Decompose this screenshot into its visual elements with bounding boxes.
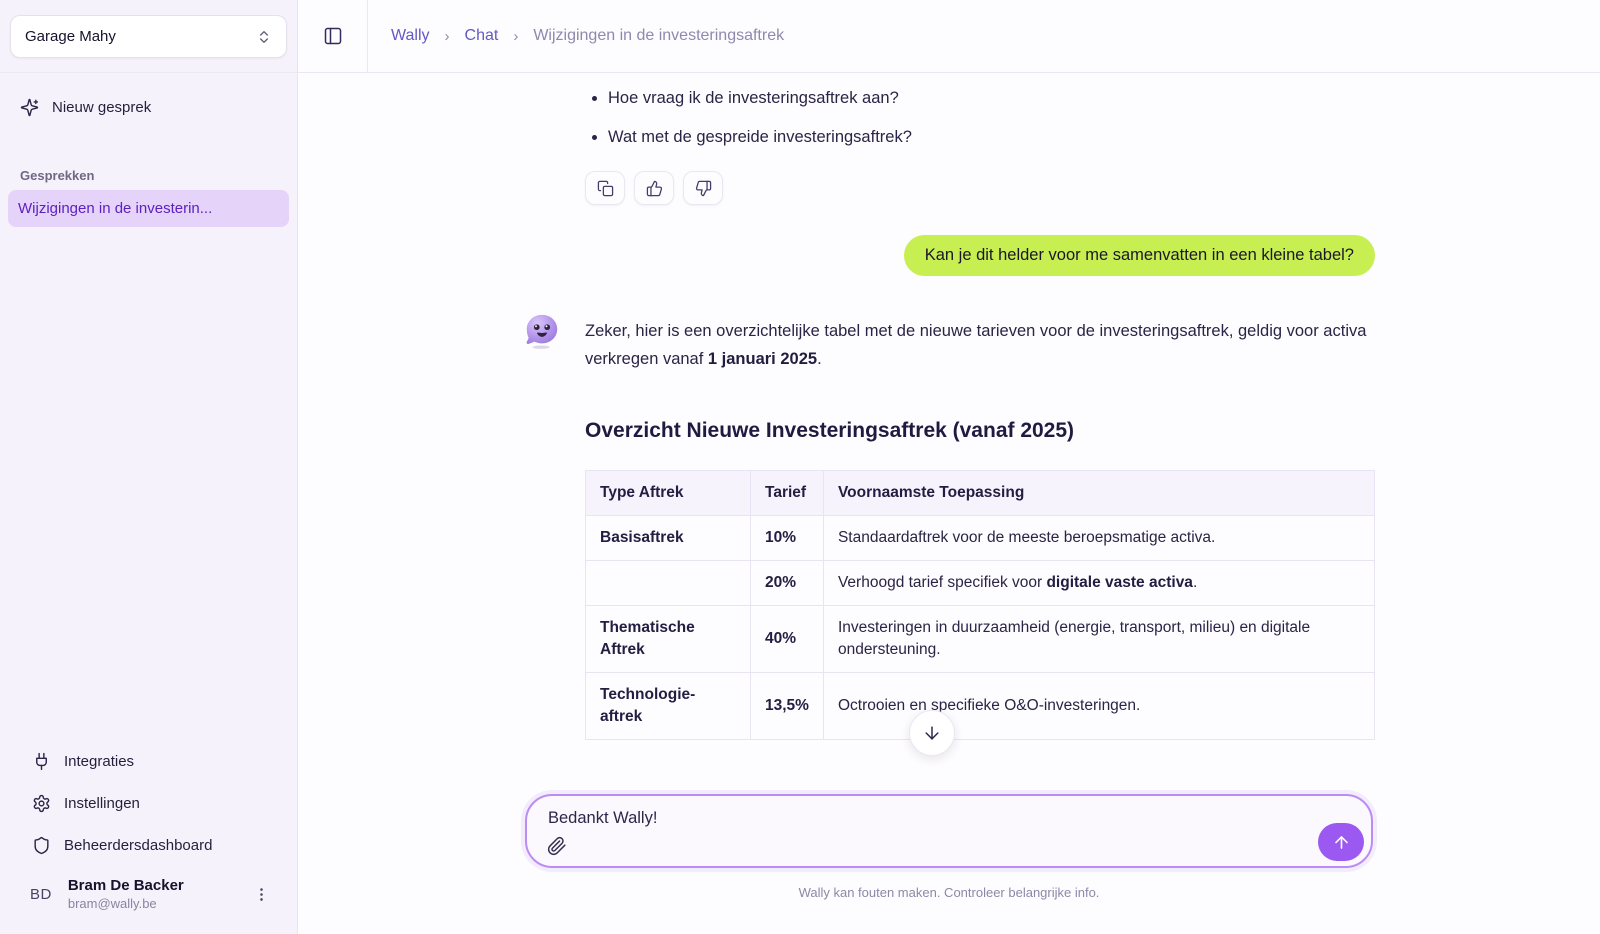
assistant-bullet-list: Hoe vraag ik de investeringsaftrek aan? …: [585, 86, 1375, 164]
send-button[interactable]: [1318, 823, 1364, 861]
chevron-right-icon: ›: [445, 28, 450, 45]
assistant-message-text: Zeker, hier is een overzichtelijke tabel…: [585, 312, 1375, 373]
cell-type: Thematische Aftrek: [586, 606, 751, 673]
sidebar: Garage Mahy Nieuw gesprek Gesprekken Wij…: [0, 0, 298, 934]
cell-type: [586, 561, 751, 606]
gear-icon: [32, 794, 51, 813]
sidebar-item-label: Beheerdersdashboard: [64, 837, 212, 854]
cell-desc: Standaardaftrek voor de meeste beroepsma…: [823, 516, 1374, 561]
assistant-message: Zeker, hier is een overzichtelijke tabel…: [523, 312, 1375, 373]
conversation-title: Wijzigingen in de investerin...: [18, 200, 212, 217]
sidebar-item-beheerdersdashboard[interactable]: Beheerdersdashboard: [8, 824, 289, 866]
user-menu-button[interactable]: [247, 880, 275, 908]
assistant-bullet: Wat met de gespreide investeringsaftrek?: [608, 125, 1375, 149]
breadcrumb-item-chat[interactable]: Chat: [465, 27, 499, 45]
breadcrumb: Wally › Chat › Wijzigingen in de investe…: [391, 27, 784, 45]
panel-left-icon: [323, 26, 343, 46]
message-input[interactable]: Bedankt Wally!: [525, 794, 1373, 868]
sparkles-icon: [20, 98, 39, 117]
scroll-to-bottom-button[interactable]: [909, 710, 955, 756]
attach-file-button[interactable]: [547, 836, 567, 856]
assistant-bullet: Hoe vraag ik de investeringsaftrek aan?: [608, 86, 1375, 110]
header-divider: [367, 0, 368, 73]
paperclip-icon: [547, 836, 567, 856]
chat-scroll-area[interactable]: Hoe vraag ik de investeringsaftrek aan? …: [298, 73, 1600, 794]
thumbs-down-button[interactable]: [683, 171, 723, 205]
workspace-name: Garage Mahy: [25, 28, 116, 45]
cell-rate: 40%: [751, 606, 824, 673]
chevron-right-icon: ›: [513, 28, 518, 45]
dots-vertical-icon: [253, 886, 270, 903]
cell-desc: Verhoogd tarief specifiek voor digitale …: [823, 561, 1374, 606]
conversations-section-label: Gesprekken: [20, 168, 297, 183]
plug-icon: [32, 752, 51, 771]
message-list: Hoe vraag ik de investeringsaftrek aan? …: [523, 73, 1375, 740]
cell-type: Basisaftrek: [586, 516, 751, 561]
header: Wally › Chat › Wijzigingen in de investe…: [298, 0, 1600, 73]
user-account-row[interactable]: BD Bram De Backer bram@wally.be: [8, 866, 289, 928]
sidebar-toggle-button[interactable]: [313, 16, 353, 56]
main-area: Wally › Chat › Wijzigingen in de investe…: [298, 0, 1600, 934]
conversation-list: Wijzigingen in de investerin...: [0, 190, 297, 227]
column-header: Type Aftrek: [586, 471, 751, 516]
table-row: 20% Verhoogd tarief specifiek voor digit…: [586, 561, 1375, 606]
cell-rate: 10%: [751, 516, 824, 561]
chevrons-up-down-icon: [256, 29, 272, 45]
column-header: Tarief: [751, 471, 824, 516]
new-chat-label: Nieuw gesprek: [52, 99, 151, 116]
user-message-bubble: Kan je dit helder voor me samenvatten in…: [904, 235, 1375, 276]
cell-rate: 13,5%: [751, 673, 824, 740]
composer: Bedankt Wally! Wally kan fouten maken. C…: [525, 794, 1373, 934]
assistant-avatar: [523, 312, 561, 350]
new-chat-button[interactable]: Nieuw gesprek: [8, 89, 289, 126]
sidebar-item-integraties[interactable]: Integraties: [8, 740, 289, 782]
thumbs-up-button[interactable]: [634, 171, 674, 205]
cell-rate: 20%: [751, 561, 824, 606]
thumbs-down-icon: [695, 180, 712, 197]
user-name: Bram De Backer: [68, 876, 184, 895]
conversation-item[interactable]: Wijzigingen in de investerin...: [8, 190, 289, 227]
copy-button[interactable]: [585, 171, 625, 205]
sidebar-item-label: Instellingen: [64, 795, 140, 812]
message-actions: [585, 171, 1375, 205]
investeringsaftrek-table: Type Aftrek Tarief Voornaamste Toepassin…: [585, 470, 1375, 740]
table-row: Technologie-aftrek 13,5% Octrooien en sp…: [586, 673, 1375, 740]
user-email: bram@wally.be: [68, 895, 184, 912]
disclaimer-text: Wally kan fouten maken. Controleer belan…: [525, 885, 1373, 900]
arrow-up-icon: [1332, 833, 1351, 852]
workspace-selector-wrap: Garage Mahy: [0, 0, 297, 73]
cell-type: Technologie-aftrek: [586, 673, 751, 740]
user-avatar-initials: BD: [30, 886, 52, 903]
table-row: Thematische Aftrek 40% Investeringen in …: [586, 606, 1375, 673]
breadcrumb-item-current: Wijzigingen in de investeringsaftrek: [533, 27, 784, 45]
thumbs-up-icon: [646, 180, 663, 197]
shield-icon: [32, 836, 51, 855]
table-title: Overzicht Nieuwe Investeringsaftrek (van…: [585, 419, 1375, 443]
sidebar-footer: Integraties Instellingen Beheerdersdashb…: [0, 740, 297, 934]
cell-desc: Octrooien en specifieke O&O-investeringe…: [823, 673, 1374, 740]
breadcrumb-item-wally[interactable]: Wally: [391, 27, 430, 45]
sidebar-item-label: Integraties: [64, 753, 134, 770]
column-header: Voornaamste Toepassing: [823, 471, 1374, 516]
copy-icon: [597, 180, 614, 197]
table-row: Basisaftrek 10% Standaardaftrek voor de …: [586, 516, 1375, 561]
workspace-selector[interactable]: Garage Mahy: [10, 15, 287, 58]
sidebar-item-instellingen[interactable]: Instellingen: [8, 782, 289, 824]
table-header-row: Type Aftrek Tarief Voornaamste Toepassin…: [586, 471, 1375, 516]
arrow-down-icon: [922, 723, 942, 743]
sidebar-nav: Nieuw gesprek: [0, 73, 297, 126]
cell-desc: Investeringen in duurzaamheid (energie, …: [823, 606, 1374, 673]
message-input-value: Bedankt Wally!: [548, 809, 657, 828]
